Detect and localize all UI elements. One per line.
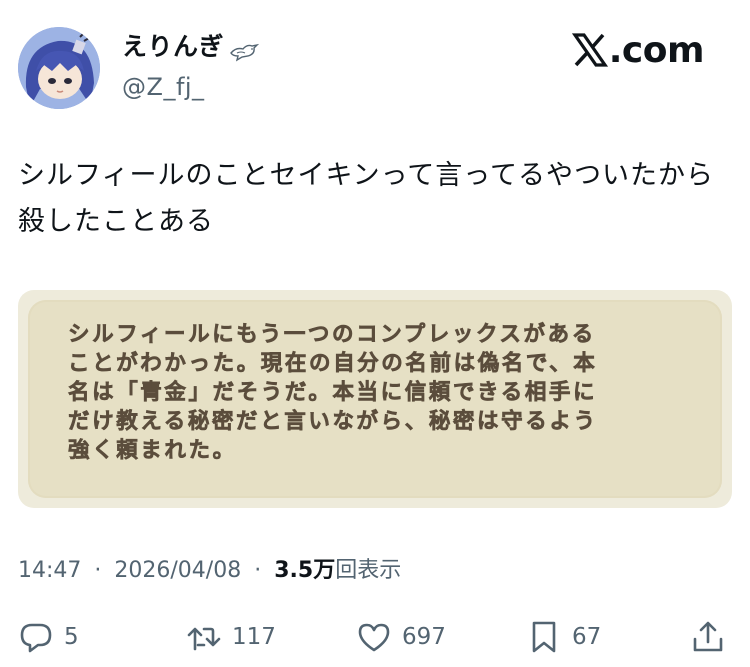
share-button[interactable] [690, 614, 726, 660]
like-count: 697 [402, 624, 446, 650]
dialog-line: シルフィールにもう一つのコンプレックスがある [68, 322, 596, 348]
reply-count: 5 [64, 624, 79, 650]
tweet-text: シルフィールのことセイキンって言ってるやついたから殺したことある [18, 160, 714, 237]
dialog-text: シルフィールにもう一つのコンプレックスがある ことがわかった。現在の自分の名前は… [68, 320, 698, 465]
author-handle[interactable]: @Z_fj_ [122, 72, 205, 102]
meta-separator: · [254, 558, 262, 583]
x-logo-icon [571, 33, 608, 67]
reply-icon [20, 623, 52, 653]
reply-button[interactable]: 5 [18, 614, 79, 660]
tweet-meta: 14:47 · 2026/04/08 · 3.5万回表示 [18, 556, 401, 586]
dialog-line: ことがわかった。現在の自分の名前は偽名で、本 [68, 351, 598, 377]
tweet-actions: 5 117 697 67 [0, 614, 750, 660]
tweet-time[interactable]: 14:47 [18, 558, 81, 583]
tweet-media-image[interactable]: シルフィールにもう一つのコンプレックスがある ことがわかった。現在の自分の名前は… [18, 290, 732, 508]
views-label: 回表示 [335, 558, 402, 583]
dialog-line: 名は「青金」だそうだ。本当に信頼できる相手に [68, 380, 598, 406]
x-brand: .com [571, 29, 705, 71]
repost-icon [187, 627, 221, 651]
bookmark-icon [532, 621, 556, 653]
heart-icon [358, 623, 390, 652]
repost-button[interactable]: 117 [186, 614, 276, 660]
share-icon [693, 621, 723, 652]
avatar[interactable] [18, 27, 100, 109]
tweet-date[interactable]: 2026/04/08 [114, 558, 241, 583]
author-display-name-text: えりんぎ [122, 32, 225, 61]
brand-label: .com [608, 29, 705, 71]
author-display-name[interactable]: えりんぎ [122, 30, 262, 64]
dialog-line: だけ教える秘密だと言いながら、秘密は守るよう [68, 409, 598, 435]
bookmark-count: 67 [572, 624, 602, 650]
repost-count: 117 [232, 624, 276, 650]
game-dialog-box: シルフィールにもう一つのコンプレックスがある ことがわかった。現在の自分の名前は… [28, 300, 722, 498]
like-button[interactable]: 697 [356, 614, 446, 660]
dialog-line: 強く頼まれた。 [68, 438, 237, 464]
bird-icon [228, 37, 262, 62]
views-count[interactable]: 3.5万 [274, 558, 335, 583]
bookmark-button[interactable]: 67 [526, 614, 601, 660]
meta-separator: · [94, 558, 102, 583]
